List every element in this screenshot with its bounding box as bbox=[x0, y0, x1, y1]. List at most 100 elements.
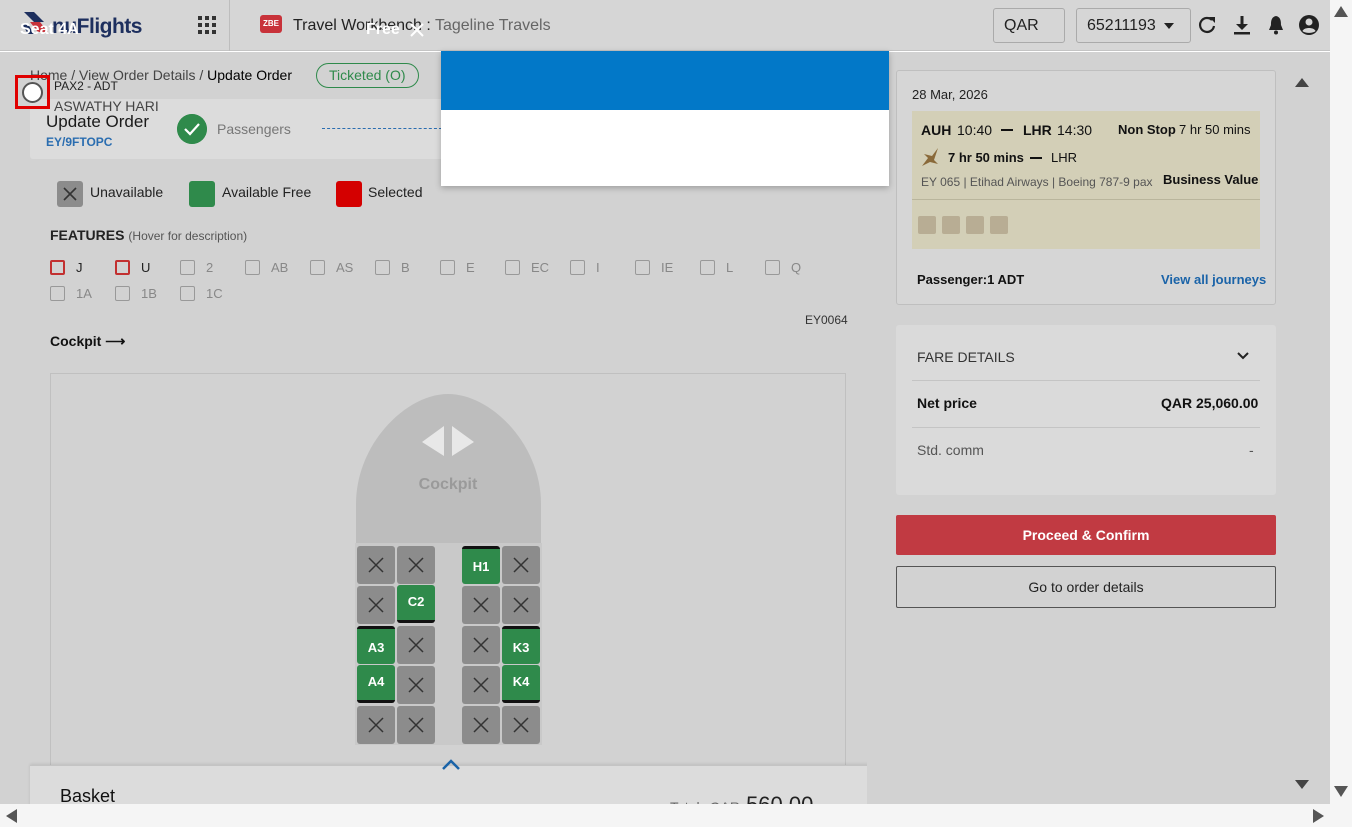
user-circle-icon[interactable] bbox=[1298, 14, 1320, 36]
feature-checkbox[interactable]: AB bbox=[245, 260, 288, 275]
workbench-icon: ZBE bbox=[260, 15, 282, 33]
chevron-up-icon[interactable] bbox=[441, 757, 461, 771]
feature-checkbox[interactable]: J bbox=[50, 260, 83, 275]
seat-free[interactable]: K3 bbox=[502, 626, 540, 664]
feature-checkbox[interactable]: EC bbox=[505, 260, 549, 275]
seat-free[interactable]: H1 bbox=[462, 546, 500, 584]
page-title: Update Order bbox=[46, 112, 149, 131]
std-comm-value: - bbox=[1249, 442, 1254, 458]
net-price-label: Net price bbox=[917, 395, 977, 411]
feature-checkbox[interactable]: B bbox=[375, 260, 410, 275]
passenger-type: PAX2 - ADT bbox=[54, 79, 118, 93]
close-icon bbox=[408, 717, 424, 733]
header-divider bbox=[229, 0, 230, 51]
divider bbox=[912, 199, 1260, 200]
seat-unavailable bbox=[462, 626, 500, 664]
legend-unavailable-swatch bbox=[57, 181, 83, 207]
feature-label: L bbox=[726, 260, 734, 275]
currency-select[interactable]: QAR bbox=[993, 8, 1065, 62]
seat-unavailable bbox=[462, 586, 500, 624]
seat-price: Free bbox=[366, 21, 400, 38]
feature-label: 1C bbox=[206, 286, 223, 301]
feature-checkbox[interactable]: AS bbox=[310, 260, 353, 275]
feature-label: AS bbox=[336, 260, 354, 275]
seat-free[interactable]: A4 bbox=[357, 665, 395, 703]
breadcrumb-separator: / bbox=[199, 67, 204, 83]
feature-checkbox[interactable]: IE bbox=[635, 260, 673, 275]
aircraft-nose: Cockpit bbox=[356, 394, 541, 546]
feature-label: E bbox=[466, 260, 475, 275]
seat-unavailable bbox=[502, 546, 540, 584]
feature-label: U bbox=[141, 260, 151, 275]
download-icon[interactable] bbox=[1231, 14, 1253, 36]
seat-unavailable bbox=[502, 706, 540, 744]
bell-icon[interactable] bbox=[1265, 14, 1287, 36]
entertainment-icon bbox=[990, 216, 1008, 234]
popup-header bbox=[441, 51, 889, 110]
features-hint: (Hover for description) bbox=[128, 229, 248, 243]
seat-label: C2 bbox=[407, 594, 425, 609]
proceed-confirm-button[interactable]: Proceed & Confirm bbox=[896, 515, 1276, 555]
feature-checkbox[interactable]: 1A bbox=[50, 286, 92, 301]
chevron-down-icon[interactable] bbox=[1236, 351, 1250, 361]
vertical-scrollbar[interactable] bbox=[1330, 0, 1352, 804]
fare-family: Business Value bbox=[1163, 172, 1259, 187]
scrollbar-corner bbox=[1330, 804, 1352, 827]
fare-details-title[interactable]: FARE DETAILS bbox=[917, 349, 1015, 365]
account-select[interactable]: 65211193 bbox=[1076, 8, 1191, 43]
nose-label: Cockpit bbox=[419, 476, 478, 493]
refresh-icon[interactable] bbox=[1196, 14, 1218, 36]
close-icon bbox=[368, 717, 384, 733]
feature-label: J bbox=[76, 260, 83, 275]
cockpit-label: Cockpit ⟶ bbox=[50, 333, 126, 349]
step-passengers[interactable]: Passengers bbox=[217, 121, 291, 137]
inner-scrollbar[interactable] bbox=[1290, 70, 1314, 800]
legend-free-label: Available Free bbox=[222, 184, 312, 200]
seat-unavailable bbox=[397, 546, 435, 584]
account-value: 65211193 bbox=[1087, 17, 1156, 34]
popup-title: Seat 4A bbox=[20, 21, 79, 38]
seat-label: A3 bbox=[367, 640, 385, 655]
seat-unavailable bbox=[462, 666, 500, 704]
feature-checkbox[interactable]: 1C bbox=[180, 286, 223, 301]
feature-label: B bbox=[401, 260, 410, 275]
feature-label: IE bbox=[661, 260, 674, 275]
seat-free[interactable]: K4 bbox=[502, 665, 540, 703]
feature-label: 2 bbox=[206, 260, 214, 275]
agency-name: Tageline Travels bbox=[434, 17, 551, 34]
go-to-order-details-button[interactable]: Go to order details bbox=[896, 566, 1276, 608]
legend-unavailable-label: Unavailable bbox=[90, 184, 164, 200]
order-pnr[interactable]: EY/9FTOPC bbox=[46, 135, 112, 149]
feature-checkbox[interactable]: L bbox=[700, 260, 733, 275]
net-price-value: QAR 25,060.00 bbox=[1161, 395, 1259, 411]
scroll-down-arrow bbox=[1334, 786, 1348, 797]
feature-checkbox[interactable]: Q bbox=[765, 260, 801, 275]
feature-label: AB bbox=[271, 260, 289, 275]
close-icon bbox=[473, 717, 489, 733]
apps-grid-icon[interactable] bbox=[198, 16, 216, 34]
view-all-journeys-link[interactable]: View all journeys bbox=[1161, 272, 1266, 287]
feature-checkbox[interactable]: I bbox=[570, 260, 600, 275]
close-icon bbox=[368, 557, 384, 573]
passenger-radio[interactable] bbox=[22, 82, 43, 103]
feature-checkbox[interactable]: 1B bbox=[115, 286, 157, 301]
seat-popup bbox=[441, 51, 889, 186]
std-comm-label: Std. comm bbox=[917, 442, 984, 458]
feature-checkbox[interactable]: U bbox=[115, 260, 150, 275]
flight-code: EY0064 bbox=[805, 313, 848, 327]
horizontal-scrollbar[interactable] bbox=[0, 804, 1330, 827]
close-icon[interactable] bbox=[410, 23, 424, 37]
seat-unavailable bbox=[357, 586, 395, 624]
seat-icon bbox=[942, 216, 960, 234]
seat-free[interactable]: C2 bbox=[397, 585, 435, 623]
feature-checkbox[interactable]: 2 bbox=[180, 260, 213, 275]
seat-free[interactable]: A3 bbox=[357, 626, 395, 664]
journey-duration: 7 hr 50 mins bbox=[1179, 122, 1251, 137]
legend-free-swatch bbox=[189, 181, 215, 207]
feature-label: EC bbox=[531, 260, 550, 275]
feature-checkbox[interactable]: E bbox=[440, 260, 475, 275]
features-heading: FEATURES (Hover for description) bbox=[50, 227, 247, 243]
scroll-left-arrow bbox=[6, 809, 17, 823]
seat-label: H1 bbox=[472, 559, 490, 574]
seat-unavailable bbox=[397, 626, 435, 664]
